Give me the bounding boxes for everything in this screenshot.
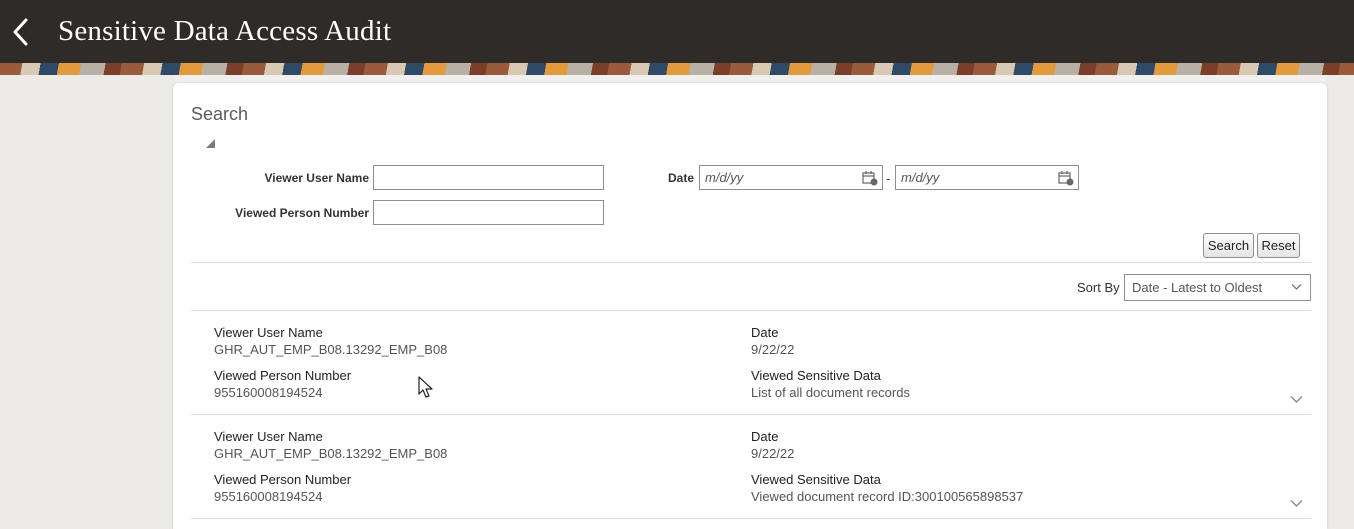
reset-button[interactable]: Reset <box>1257 233 1300 258</box>
viewed-person-number-label: Viewed Person Number <box>214 472 352 487</box>
mouse-cursor-icon <box>418 376 433 398</box>
divider <box>191 262 1311 263</box>
viewed-sensitive-data-value: List of all document records <box>751 385 910 400</box>
divider <box>191 518 1311 519</box>
date-value: 9/22/22 <box>751 446 795 461</box>
date-label: Date <box>667 171 694 185</box>
list-item[interactable]: Viewer User Name GHR_AUT_EMP_B08.13292_E… <box>173 311 1327 415</box>
chevron-down-icon <box>1291 284 1302 290</box>
sort-by-select[interactable]: Date - Latest to Oldest <box>1124 274 1311 301</box>
date-from-field[interactable] <box>699 165 883 190</box>
viewer-user-name-label: Viewer User Name <box>214 325 323 340</box>
date-value: 9/22/22 <box>751 342 795 357</box>
sort-by-label: Sort By <box>1077 280 1120 295</box>
viewed-person-number-label: Viewed Person Number <box>235 206 369 220</box>
date-range-separator: - <box>886 171 891 186</box>
date-to-input[interactable] <box>896 166 1046 189</box>
viewer-user-name-label: Viewer User Name <box>264 171 369 185</box>
page-header: Sensitive Data Access Audit <box>0 0 1354 63</box>
viewed-sensitive-data-label: Viewed Sensitive Data <box>751 368 881 383</box>
viewed-person-number-label: Viewed Person Number <box>214 368 352 383</box>
viewed-sensitive-data-label: Viewed Sensitive Data <box>751 472 881 487</box>
page-title: Sensitive Data Access Audit <box>58 15 392 47</box>
chevron-down-icon[interactable] <box>1290 499 1303 508</box>
viewer-user-name-label: Viewer User Name <box>214 429 323 444</box>
chevron-left-icon <box>13 18 28 45</box>
viewed-person-number-value: 955160008194524 <box>214 489 323 504</box>
viewer-user-name-input[interactable] <box>373 165 604 190</box>
search-button[interactable]: Search <box>1203 233 1254 258</box>
viewed-person-number-value: 955160008194524 <box>214 385 323 400</box>
viewer-user-name-value: GHR_AUT_EMP_B08.13292_EMP_B08 <box>214 342 448 357</box>
back-button[interactable] <box>0 0 40 63</box>
viewed-sensitive-data-value: Viewed document record ID:30010056589853… <box>751 489 1024 504</box>
date-to-field[interactable] <box>895 165 1079 190</box>
viewed-person-number-input[interactable] <box>373 200 604 225</box>
date-from-input[interactable] <box>700 166 850 189</box>
search-section-title: Search <box>191 104 249 124</box>
header-banner-image <box>0 63 1354 75</box>
search-panel: Search Viewer User Name Viewed Person Nu… <box>173 83 1327 529</box>
date-field-label: Date <box>751 429 779 444</box>
sort-by-value: Date - Latest to Oldest <box>1132 280 1263 295</box>
chevron-down-icon[interactable] <box>1290 395 1303 404</box>
date-field-label: Date <box>751 325 779 340</box>
viewer-user-name-value: GHR_AUT_EMP_B08.13292_EMP_B08 <box>214 446 448 461</box>
list-item[interactable]: Viewer User Name GHR_AUT_EMP_B08.13292_E… <box>173 415 1327 519</box>
collapse-triangle-icon[interactable] <box>206 139 215 148</box>
background-left <box>0 75 175 529</box>
background-right <box>1326 75 1354 529</box>
calendar-icon[interactable] <box>862 170 878 186</box>
calendar-icon[interactable] <box>1058 170 1074 186</box>
